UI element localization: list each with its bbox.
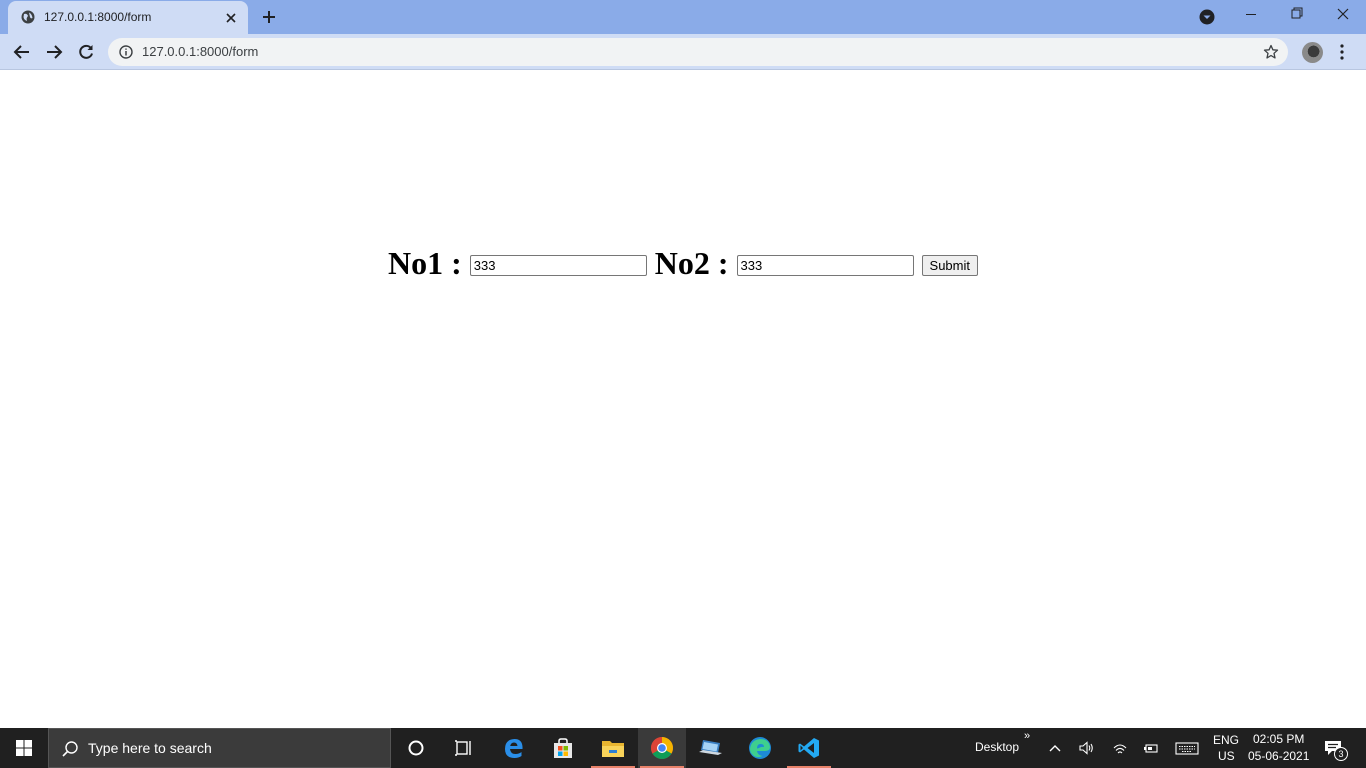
store-app[interactable] bbox=[539, 728, 587, 768]
edge-app[interactable] bbox=[736, 728, 784, 768]
vscode-app[interactable] bbox=[785, 728, 833, 768]
profile-avatar[interactable] bbox=[1302, 42, 1323, 63]
chrome-app[interactable] bbox=[638, 728, 686, 768]
store-bag-icon bbox=[554, 738, 572, 758]
tab-title: 127.0.0.1:8000/form bbox=[44, 10, 152, 24]
notification-badge: 3 bbox=[1334, 747, 1348, 761]
submit-button[interactable]: Submit bbox=[921, 255, 978, 276]
back-arrow-icon[interactable] bbox=[12, 42, 32, 62]
page-viewport: No1 : No2 : Submit bbox=[0, 71, 1366, 728]
taskbar-search-box[interactable]: Type here to search bbox=[48, 728, 391, 768]
clock-date[interactable]: 05-06-2021 bbox=[1248, 749, 1309, 763]
browser-toolbar: 127.0.0.1:8000/form bbox=[0, 34, 1366, 70]
no1-input[interactable] bbox=[469, 255, 647, 276]
desktop-toolbar-label[interactable]: Desktop bbox=[975, 740, 1019, 754]
reload-icon[interactable] bbox=[76, 42, 96, 62]
language-region[interactable]: US bbox=[1218, 749, 1235, 763]
forward-arrow-icon[interactable] bbox=[44, 42, 64, 62]
no2-label: No2 : bbox=[654, 244, 729, 281]
windows-start-icon[interactable] bbox=[0, 728, 48, 768]
windows-taskbar: Type here to search Desktop » ENG US 02:… bbox=[0, 728, 1366, 768]
chrome-icon bbox=[651, 737, 673, 759]
browser-titlebar: 127.0.0.1:8000/form bbox=[0, 0, 1366, 34]
vscode-icon bbox=[798, 738, 819, 758]
file-explorer-app[interactable] bbox=[589, 728, 637, 768]
laptop-app[interactable] bbox=[687, 728, 735, 768]
browser-tab[interactable]: 127.0.0.1:8000/form bbox=[8, 1, 248, 34]
number-form: No1 : No2 : Submit bbox=[388, 243, 978, 283]
language-code[interactable]: ENG bbox=[1213, 733, 1239, 747]
new-tab-icon[interactable] bbox=[260, 8, 278, 26]
edge-legacy-icon bbox=[505, 739, 523, 758]
edge-legacy-app[interactable] bbox=[490, 728, 538, 768]
info-icon[interactable] bbox=[119, 45, 133, 59]
cortana-circle-icon bbox=[408, 740, 424, 756]
restore-icon[interactable] bbox=[1274, 0, 1320, 30]
chevron-up-icon[interactable] bbox=[1047, 740, 1063, 756]
url-text[interactable]: 127.0.0.1:8000/form bbox=[142, 44, 258, 59]
edge-icon bbox=[749, 737, 771, 759]
toolbar-expand-chevron-icon[interactable]: » bbox=[1024, 730, 1030, 742]
more-menu-icon[interactable] bbox=[1338, 42, 1346, 62]
globe-icon bbox=[21, 10, 35, 24]
keyboard-icon[interactable] bbox=[1175, 740, 1199, 756]
tab-search-icon[interactable] bbox=[1199, 9, 1215, 25]
search-icon bbox=[62, 741, 78, 757]
address-bar[interactable]: 127.0.0.1:8000/form bbox=[108, 38, 1288, 66]
volume-icon[interactable] bbox=[1078, 740, 1094, 756]
action-center-button[interactable]: 3 bbox=[1318, 736, 1350, 762]
minimize-icon[interactable] bbox=[1228, 0, 1274, 30]
close-tab-icon[interactable] bbox=[223, 10, 239, 26]
clock-time[interactable]: 02:05 PM bbox=[1253, 732, 1304, 746]
laptop-icon bbox=[699, 740, 722, 755]
no1-label: No1 : bbox=[388, 244, 462, 281]
cortana-button[interactable] bbox=[392, 728, 440, 768]
wifi-icon[interactable] bbox=[1112, 740, 1128, 756]
task-view-button[interactable] bbox=[440, 728, 488, 768]
search-placeholder: Type here to search bbox=[88, 740, 212, 756]
battery-icon[interactable] bbox=[1143, 740, 1159, 756]
close-window-icon[interactable] bbox=[1320, 0, 1366, 30]
folder-icon bbox=[602, 741, 624, 757]
bookmark-star-icon[interactable] bbox=[1263, 44, 1279, 60]
no2-input[interactable] bbox=[736, 255, 914, 276]
task-view-icon bbox=[455, 740, 471, 756]
